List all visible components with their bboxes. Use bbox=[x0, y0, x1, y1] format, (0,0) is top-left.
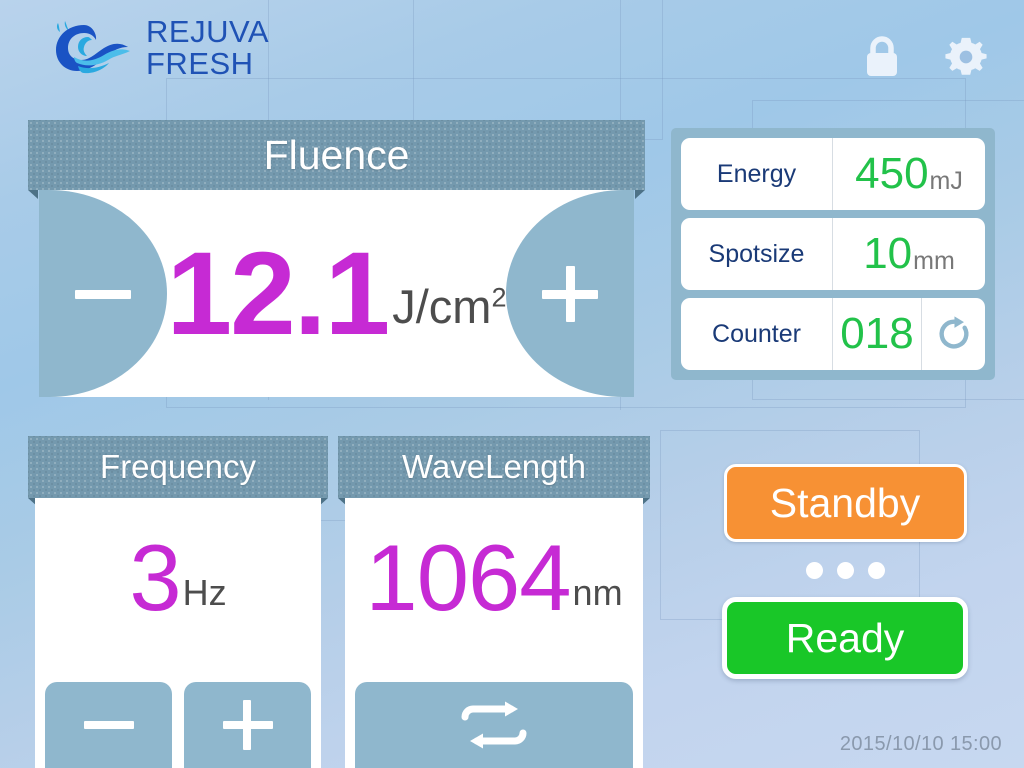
fluence-decrease-button[interactable] bbox=[39, 190, 167, 397]
readout-row-energy: Energy 450 mJ bbox=[681, 138, 985, 210]
fluence-unit-base: J/cm bbox=[392, 280, 492, 333]
frequency-unit: Hz bbox=[182, 572, 227, 613]
readout-card: Energy 450 mJ Spotsize 10 mm Counter 018 bbox=[671, 128, 995, 380]
readout-value-group: 10 mm bbox=[833, 218, 985, 290]
readout-value-group: 018 bbox=[833, 298, 921, 370]
status-controls: Standby Ready bbox=[722, 464, 968, 679]
frequency-value: 3 bbox=[129, 525, 181, 630]
swap-arrows-icon bbox=[461, 701, 527, 749]
wave-logo-icon bbox=[56, 21, 130, 74]
fluence-body: 12.1 J/cm2 bbox=[39, 190, 634, 397]
readout-label: Counter bbox=[681, 298, 833, 370]
frequency-title: Frequency bbox=[100, 448, 256, 485]
lock-icon[interactable] bbox=[860, 34, 904, 80]
wavelength-unit: nm bbox=[572, 572, 623, 613]
app-header: REJUVA FRESH bbox=[0, 0, 1024, 110]
gear-icon[interactable] bbox=[944, 34, 988, 80]
status-dot bbox=[836, 562, 854, 579]
timestamp: 2015/10/10 15:00 bbox=[839, 733, 1002, 755]
frequency-readout: 3 Hz bbox=[35, 498, 321, 658]
fluence-title-bar: Fluence bbox=[28, 120, 645, 199]
fluence-unit: J/cm2 bbox=[392, 253, 506, 334]
status-indicator-dots bbox=[805, 562, 885, 579]
readout-value: 10 bbox=[863, 229, 913, 278]
device-screen: REJUVA FRESH Fluence 12.1 J/cm2 Energy 4… bbox=[0, 0, 1024, 768]
brand-logo: REJUVA FRESH bbox=[44, 14, 270, 82]
fluence-unit-exponent: 2 bbox=[491, 282, 507, 313]
fluence-panel: Fluence 12.1 J/cm2 bbox=[28, 120, 645, 397]
readout-label: Spotsize bbox=[681, 218, 833, 290]
standby-button[interactable]: Standby bbox=[723, 464, 967, 542]
brand-line-2: FRESH bbox=[146, 46, 254, 82]
readout-value: 018 bbox=[840, 309, 914, 358]
wavelength-panel: WaveLength 1064 nm bbox=[338, 436, 650, 768]
brand-line-1: REJUVA bbox=[146, 14, 270, 49]
readout-unit: mm bbox=[913, 246, 955, 275]
status-dot bbox=[805, 562, 823, 579]
frequency-body: 3 Hz bbox=[35, 498, 321, 768]
plus-icon bbox=[222, 699, 274, 751]
readout-row-spotsize: Spotsize 10 mm bbox=[681, 218, 985, 290]
readout-value: 450 bbox=[855, 149, 929, 198]
frequency-decrease-button[interactable] bbox=[45, 682, 172, 768]
readout-value-group: 450 mJ bbox=[833, 138, 985, 210]
wavelength-body: 1064 nm bbox=[345, 498, 643, 768]
readout-unit: mJ bbox=[929, 166, 963, 195]
plus-icon bbox=[540, 264, 600, 324]
wavelength-control-row bbox=[355, 682, 633, 768]
status-dot bbox=[867, 562, 885, 579]
wavelength-title: WaveLength bbox=[401, 448, 587, 485]
minus-icon bbox=[83, 699, 135, 751]
frequency-title-bar: Frequency bbox=[28, 436, 328, 507]
header-icon-group bbox=[860, 34, 988, 80]
readout-row-counter: Counter 018 bbox=[681, 298, 985, 370]
frequency-increase-button[interactable] bbox=[184, 682, 311, 768]
readout-label: Energy bbox=[681, 138, 833, 210]
counter-reset-button[interactable] bbox=[921, 298, 985, 370]
minus-icon bbox=[73, 264, 133, 324]
frequency-stepper bbox=[45, 682, 311, 768]
wavelength-readout: 1064 nm bbox=[345, 498, 643, 658]
fluence-increase-button[interactable] bbox=[506, 190, 634, 397]
fluence-readout: 12.1 J/cm2 bbox=[166, 190, 507, 397]
wavelength-toggle-button[interactable] bbox=[355, 682, 633, 768]
fluence-value: 12.1 bbox=[166, 227, 391, 360]
wavelength-value: 1064 bbox=[365, 525, 571, 630]
fluence-title: Fluence bbox=[263, 131, 410, 178]
ready-button[interactable]: Ready bbox=[722, 597, 968, 679]
frequency-panel: Frequency 3 Hz bbox=[28, 436, 328, 768]
brand-name: REJUVA FRESH bbox=[146, 14, 270, 82]
wavelength-title-bar: WaveLength bbox=[338, 436, 650, 507]
reset-arrow-icon bbox=[938, 316, 968, 349]
